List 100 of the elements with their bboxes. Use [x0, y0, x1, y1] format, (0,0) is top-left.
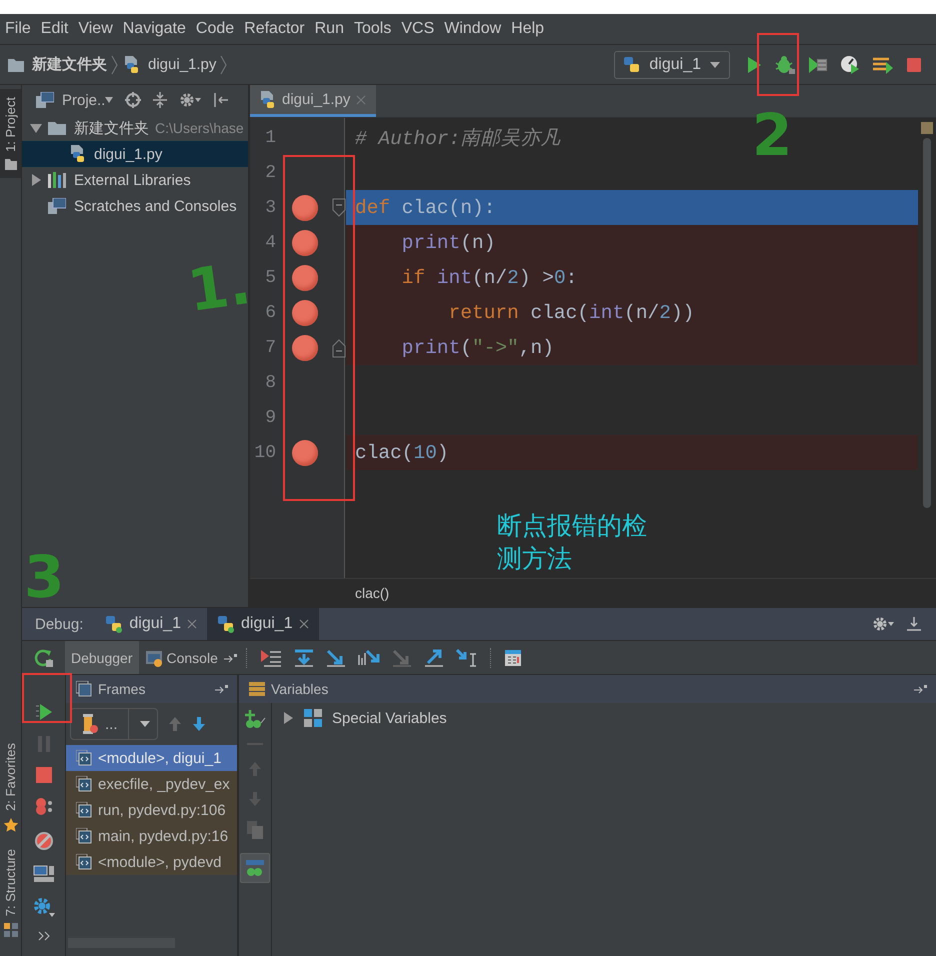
more-icon[interactable]	[38, 930, 50, 940]
close-icon[interactable]	[186, 619, 197, 629]
tree-item[interactable]: 新建文件夹 C:\Users\hase	[22, 115, 248, 141]
menu-item[interactable]: View	[77, 18, 120, 40]
line-number: 10	[253, 442, 277, 462]
minimize-icon[interactable]	[906, 616, 922, 632]
menu-item[interactable]: File	[4, 18, 38, 40]
stack-frame[interactable]: run, pydevd.py:106	[66, 797, 237, 823]
console-icon	[144, 648, 162, 666]
fold-marker-icon[interactable]	[332, 338, 346, 358]
breakpoint-marker[interactable]	[292, 264, 318, 290]
menu-item[interactable]: Navigate	[122, 18, 193, 40]
tool-window-tab[interactable]: 7: Structure	[0, 840, 21, 946]
debugger-tab[interactable]: Console	[138, 641, 224, 674]
expand-arrow-icon[interactable]	[282, 712, 294, 724]
tree-item[interactable]: digui_1.py	[22, 141, 248, 167]
stack-frame[interactable]: <module>, pydevd	[66, 849, 237, 875]
code-breadcrumb[interactable]: clac()	[355, 585, 390, 601]
caret-icon	[709, 60, 721, 68]
variables-icon	[249, 681, 265, 697]
breakpoint-marker[interactable]	[292, 230, 318, 256]
debug-session-tab[interactable]: digui_1	[95, 608, 207, 640]
breakpoint-marker[interactable]	[292, 440, 318, 466]
menu-item[interactable]: Code	[194, 18, 242, 40]
run-icon[interactable]	[746, 56, 762, 74]
step-over-icon[interactable]	[294, 648, 314, 666]
project-view-dropdown[interactable]: Proje..	[62, 92, 106, 108]
editor-tab[interactable]: digui_1.py	[250, 85, 376, 117]
line-number: 3	[264, 198, 277, 218]
stop-icon[interactable]	[36, 766, 52, 782]
folder-path: C:\Users\hase	[155, 120, 244, 136]
thread-dropdown[interactable]: ...	[70, 708, 158, 740]
panel-title: Frames	[98, 681, 146, 697]
evaluate-expression-icon[interactable]	[504, 648, 522, 666]
variable-item[interactable]: Special Variables	[282, 707, 926, 729]
profile-icon[interactable]	[840, 54, 860, 74]
python-icon	[105, 615, 124, 633]
folder-icon	[48, 121, 66, 135]
rerun-icon[interactable]	[34, 648, 54, 668]
tree-item[interactable]: Scratches and Consoles	[22, 193, 248, 219]
step-into-my-code-icon[interactable]	[358, 648, 380, 666]
stop-icon[interactable]	[906, 56, 922, 72]
frame-icon	[76, 750, 92, 766]
close-icon[interactable]	[298, 619, 309, 629]
run-to-cursor-icon[interactable]	[456, 648, 478, 666]
settings-icon[interactable]	[32, 896, 54, 916]
project-tool-tab[interactable]: 1: Project	[0, 89, 21, 178]
menu-item[interactable]: VCS	[400, 18, 442, 40]
breakpoint-marker[interactable]	[292, 334, 318, 360]
collapse-all-icon[interactable]	[153, 92, 168, 108]
debug-session-tab[interactable]: digui_1	[206, 608, 319, 640]
breakpoint-marker[interactable]	[292, 194, 318, 220]
breadcrumb-item[interactable]: digui_1.py	[148, 56, 216, 73]
stack-frame[interactable]: main, pydevd.py:16	[66, 823, 237, 849]
new-watch-icon[interactable]	[244, 709, 266, 729]
menu-item[interactable]: Refactor	[243, 18, 312, 40]
line-number: 6	[264, 302, 277, 322]
run-configuration-dropdown[interactable]: digui_1	[614, 50, 730, 78]
breakpoint-marker[interactable]	[292, 300, 318, 326]
step-out-icon[interactable]	[424, 648, 444, 666]
bug-icon[interactable]	[774, 54, 796, 74]
caret-icon	[105, 97, 114, 103]
pin-icon[interactable]	[215, 684, 229, 694]
step-into-icon[interactable]	[326, 648, 346, 666]
line-number: 4	[264, 232, 277, 252]
down-arrow-icon[interactable]	[192, 716, 206, 732]
stack-frame[interactable]: execfile, _pydev_ex	[66, 771, 237, 797]
menu-item[interactable]: Tools	[352, 18, 398, 40]
settings-icon[interactable]	[179, 92, 202, 108]
resume-icon[interactable]	[34, 702, 52, 720]
show-watches-toggle[interactable]	[240, 853, 270, 883]
mute-breakpoints-icon[interactable]	[34, 830, 54, 850]
tool-window-tab[interactable]: 2: Favorites	[0, 734, 21, 841]
tree-item[interactable]: External Libraries	[22, 167, 248, 193]
menu-item[interactable]: Run	[314, 18, 351, 40]
annotation-frame	[757, 33, 799, 96]
debugger-tab[interactable]: Debugger	[65, 641, 138, 674]
line-number: 8	[264, 372, 277, 392]
restore-layout-icon[interactable]	[32, 864, 54, 882]
stack-frame[interactable]: <module>, digui_1	[66, 745, 237, 771]
vertical-scrollbar[interactable]	[923, 138, 931, 508]
hide-panel-icon[interactable]	[213, 92, 230, 108]
expand-arrow-icon[interactable]	[30, 122, 42, 134]
show-execution-point-icon[interactable]	[260, 648, 282, 666]
settings-icon[interactable]	[872, 616, 894, 632]
breadcrumb-item[interactable]: 新建文件夹	[32, 55, 107, 74]
fold-marker-icon[interactable]	[332, 198, 346, 218]
star-icon	[2, 816, 18, 833]
menu-item[interactable]: Help	[510, 18, 552, 40]
pin-icon[interactable]	[224, 652, 238, 662]
annotation-note: 断点报错的检测方法	[497, 510, 648, 574]
expand-arrow-icon[interactable]	[30, 174, 42, 186]
coverage-icon[interactable]	[808, 56, 828, 74]
menu-item[interactable]: Window	[443, 18, 508, 40]
pin-icon[interactable]	[914, 684, 928, 694]
menu-item[interactable]: Edit	[40, 18, 76, 40]
project-view-icon	[36, 92, 54, 108]
locate-icon[interactable]	[125, 92, 142, 108]
view-breakpoints-icon[interactable]	[34, 796, 54, 816]
concurrency-icon[interactable]	[872, 56, 894, 74]
